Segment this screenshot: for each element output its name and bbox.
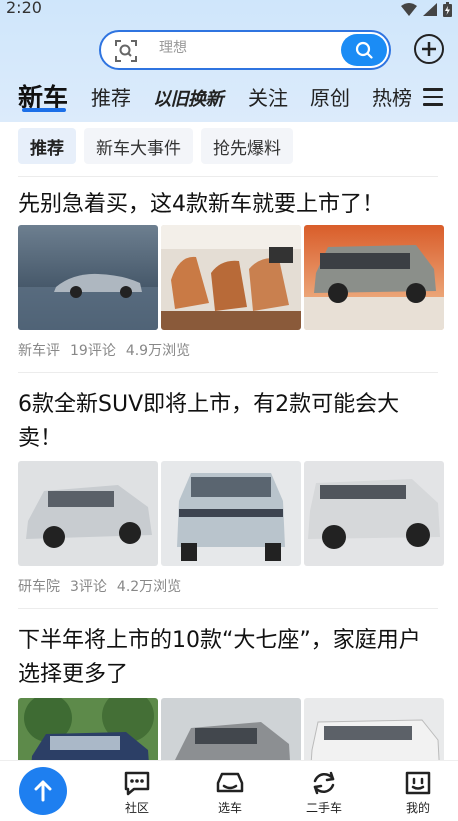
article-title[interactable]: 先别急着买，这4款新车就要上市了！: [18, 188, 428, 222]
signal-icon: [423, 3, 437, 16]
article-image[interactable]: [161, 225, 301, 330]
divider: [18, 372, 438, 373]
article-image[interactable]: [161, 461, 301, 566]
active-tab-indicator: [22, 108, 66, 112]
article-image[interactable]: [304, 461, 444, 566]
chat-bubble-icon: [124, 771, 150, 796]
article-title[interactable]: 下半年将上市的10款“大七座”，家庭用户选择更多了: [18, 624, 428, 692]
article-comments: 19评论: [70, 343, 116, 359]
article-images[interactable]: [18, 225, 444, 330]
article-source[interactable]: 研车院: [18, 576, 60, 596]
refresh-icon: [313, 771, 335, 795]
nav-label: 社区: [124, 801, 149, 815]
tab-hot-list[interactable]: 热榜: [372, 82, 412, 111]
article-comments: 3评论: [70, 579, 107, 595]
article-views: 4.2万浏览: [116, 579, 182, 595]
scan-icon[interactable]: [115, 40, 137, 62]
tab-follow[interactable]: 关注: [248, 82, 288, 111]
add-button[interactable]: [414, 34, 444, 64]
publish-button[interactable]: [19, 767, 67, 815]
car-icon: [216, 772, 244, 793]
bottom-nav: 社区 选车 二手车 我的: [0, 760, 458, 821]
header-area: 2:20 理想 新车 推荐 以旧换新 关注 原创 热榜: [0, 0, 458, 122]
sub-tabs: 推荐 新车大事件 抢先爆料: [18, 128, 293, 164]
status-icons: [401, 2, 452, 17]
face-icon: [405, 771, 431, 795]
article-image[interactable]: [18, 461, 158, 566]
search-icon: [355, 41, 373, 59]
nav-profile[interactable]: 我的: [388, 769, 448, 816]
article-images[interactable]: [18, 461, 444, 566]
battery-icon: [443, 2, 452, 17]
plus-icon: [422, 42, 436, 56]
tab-recommend[interactable]: 推荐: [91, 82, 131, 111]
subtab-recommend[interactable]: 推荐: [18, 128, 76, 164]
nav-used-car[interactable]: 二手车: [294, 769, 354, 816]
arrow-up-icon: [34, 780, 52, 802]
article-image[interactable]: [18, 225, 158, 330]
wifi-icon: [401, 3, 417, 16]
nav-label: 我的: [405, 801, 430, 815]
subtab-early-scoop[interactable]: 抢先爆料: [201, 128, 293, 164]
search-input[interactable]: 理想: [159, 37, 187, 57]
subtab-new-car-events[interactable]: 新车大事件: [84, 128, 193, 164]
channel-tabs: 新车 推荐 以旧换新 关注 原创 热榜: [0, 76, 458, 120]
article-meta: 研车院 3评论 4.2万浏览: [18, 576, 181, 596]
tab-original[interactable]: 原创: [310, 82, 350, 111]
tab-trade-in[interactable]: 以旧换新: [153, 85, 224, 111]
nav-choose-car[interactable]: 选车: [200, 769, 260, 816]
search-button[interactable]: [341, 34, 387, 66]
nav-label: 二手车: [305, 801, 342, 815]
search-bar[interactable]: 理想: [99, 30, 391, 70]
divider: [18, 608, 438, 609]
divider: [18, 176, 438, 177]
article-source[interactable]: 新车评: [18, 340, 60, 360]
article-views: 4.9万浏览: [125, 343, 191, 359]
menu-icon[interactable]: [423, 88, 443, 111]
article-meta: 新车评 19评论 4.9万浏览: [18, 340, 190, 360]
status-bar: 2:20: [0, 0, 458, 22]
article-title[interactable]: 6款全新SUV即将上市，有2款可能会大卖！: [18, 388, 428, 456]
article-image[interactable]: [304, 225, 444, 330]
nav-label: 选车: [217, 801, 242, 815]
nav-community[interactable]: 社区: [107, 769, 167, 816]
status-time: 2:20: [6, 0, 42, 17]
